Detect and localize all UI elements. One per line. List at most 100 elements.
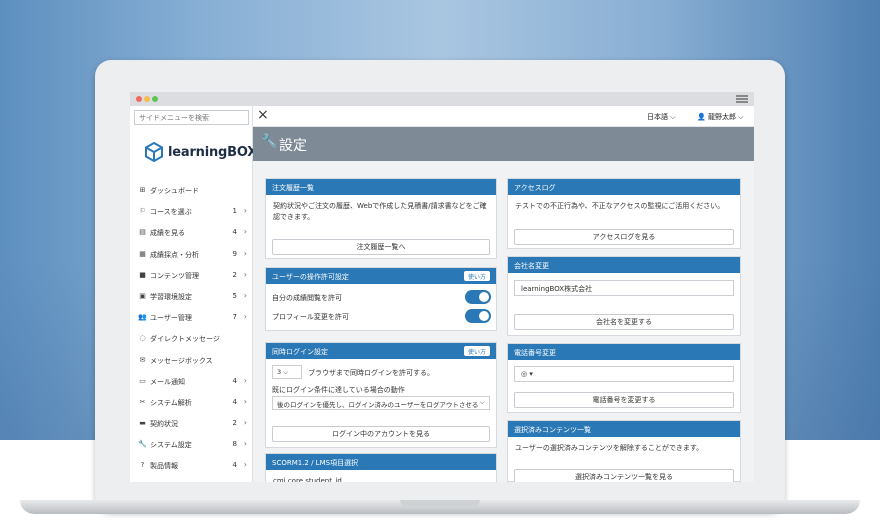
sidebar-item-label: 学習環境設定 bbox=[150, 292, 192, 301]
order-history-button[interactable]: 注文履歴一覧へ bbox=[272, 239, 490, 255]
sidebar-item-count: 4 bbox=[232, 397, 237, 406]
hamburger-icon[interactable] bbox=[736, 95, 748, 103]
sidebar-item-icon: ⊞ bbox=[139, 186, 146, 194]
sidebar-item[interactable]: ▬ 契約状況 2 › bbox=[130, 413, 253, 434]
sidebar-item-label: 契約状況 bbox=[150, 420, 178, 429]
chevron-down-icon: ⌵ bbox=[480, 399, 485, 406]
sidebar-item-label: システム設定 bbox=[150, 441, 192, 450]
sidebar-item-count: 4 bbox=[232, 461, 237, 470]
allow-grades-toggle[interactable] bbox=[465, 290, 491, 304]
sidebar-item[interactable]: ⚐ コースを選ぶ 1 › bbox=[130, 201, 253, 222]
sidebar-item-label: コンテンツ管理 bbox=[150, 271, 199, 280]
minimize-dot-icon[interactable] bbox=[144, 96, 150, 102]
card-title: ユーザーの操作許可設定 bbox=[272, 273, 349, 281]
chevron-right-icon: › bbox=[243, 375, 247, 385]
chevron-right-icon: › bbox=[243, 418, 247, 428]
scorm-card: SCORM1.2 / LMS項目選択 cmi.core.student_id bbox=[265, 453, 497, 482]
sidebar-item-icon: ■ bbox=[139, 270, 146, 279]
sidebar-item[interactable] bbox=[130, 477, 253, 482]
sidebar-item-count: 7 bbox=[232, 313, 237, 322]
logo-cube-icon bbox=[145, 142, 163, 162]
access-log-button[interactable]: アクセスログを見る bbox=[514, 229, 734, 245]
sidebar-item[interactable]: ? 製品情報 4 › bbox=[130, 455, 253, 476]
sidebar-item-count: 2 bbox=[232, 419, 237, 428]
logo-text: learningBOX bbox=[168, 145, 258, 160]
sidebar-item-label: メール通知 bbox=[150, 377, 185, 386]
allow-profile-toggle[interactable] bbox=[465, 309, 491, 323]
sidebar-item[interactable]: 🔧 システム設定 8 › bbox=[130, 434, 253, 455]
help-button[interactable]: 使い方 bbox=[463, 271, 490, 281]
chevron-right-icon: › bbox=[243, 290, 247, 300]
sidebar-item-label: 成績を見る bbox=[150, 229, 185, 238]
chevron-right-icon: › bbox=[243, 206, 247, 216]
card-title: 注文履歴一覧 bbox=[266, 179, 496, 195]
sidebar-item-count: 9 bbox=[232, 249, 237, 258]
sidebar-item-count: 5 bbox=[232, 291, 237, 300]
sidebar-item-label: 製品情報 bbox=[150, 462, 178, 471]
condition-select[interactable]: 後のログインを優先し、ログイン済みのユーザーをログアウトさせる bbox=[272, 396, 490, 410]
company-name-card: 会社名変更 learningBOX株式会社 会社名を変更する bbox=[507, 256, 741, 336]
wrench-icon: 🔧 bbox=[261, 134, 278, 149]
card-title: 会社名変更 bbox=[508, 257, 740, 273]
selected-content-card: 選択済みコンテンツ一覧 ユーザーの選択済みコンテンツを解除することができます。 … bbox=[507, 420, 741, 482]
sidebar-item-label: ダッシュボード bbox=[150, 187, 199, 195]
help-button[interactable]: 使い方 bbox=[463, 346, 490, 356]
change-company-button[interactable]: 会社名を変更する bbox=[514, 314, 734, 330]
sidebar-item-count: 1 bbox=[232, 207, 237, 216]
sidebar-item[interactable]: ◌ ダイレクトメッセージ bbox=[130, 328, 253, 349]
card-header: ユーザーの操作許可設定 使い方 bbox=[266, 268, 496, 284]
chevron-right-icon: › bbox=[243, 439, 247, 449]
sidebar-item-icon: ⚐ bbox=[139, 207, 146, 216]
sidebar-item-icon: ▭ bbox=[139, 376, 146, 385]
user-menu[interactable]: 👤 龍野太郎 ⌵ bbox=[697, 112, 743, 122]
sidebar-item[interactable]: ✉ メッセージボックス bbox=[130, 350, 253, 371]
sidebar-item-icon: ▤ bbox=[139, 228, 146, 237]
order-history-card: 注文履歴一覧 契約状況やご注文の履歴、Webで作成した見積書/請求書などをご確認… bbox=[265, 178, 497, 259]
sidebar-item[interactable]: ■ コンテンツ管理 2 › bbox=[130, 265, 253, 286]
change-phone-button[interactable]: 電話番号を変更する bbox=[514, 392, 734, 408]
sidebar-item-count: 4 bbox=[232, 376, 237, 385]
sidebar-item[interactable]: 👥 ユーザー管理 7 › bbox=[130, 307, 253, 328]
sidebar-item-icon: 👥 bbox=[138, 313, 147, 322]
chevron-right-icon: › bbox=[243, 312, 247, 322]
concurrent-count-select[interactable]: 3 ⌵ bbox=[272, 365, 302, 379]
chevron-right-icon: › bbox=[243, 227, 247, 237]
sidebar-item[interactable]: ⊞ ダッシュボード bbox=[130, 180, 253, 201]
sidebar-item-icon: ▬ bbox=[139, 419, 146, 428]
sidebar-item-icon: ▣ bbox=[139, 291, 146, 300]
logged-in-accounts-button[interactable]: ログイン中のアカウントを見る bbox=[272, 426, 490, 442]
card-title: SCORM1.2 / LMS項目選択 bbox=[266, 454, 496, 470]
sidebar-item-count: 4 bbox=[232, 228, 237, 237]
sidebar-nav: ⊞ ダッシュボード ⚐ コースを選ぶ 1 › ▤ 成績を見る 4 › ▦ 成績採点・分析 9 › ■ コンテン… bbox=[130, 180, 253, 482]
card-description: 契約状況やご注文の履歴、Webで作成した見積書/請求書などをご確認できます。 bbox=[273, 202, 487, 221]
allow-grades-label: 自分の成績閲覧を許可 bbox=[272, 294, 342, 302]
sidebar-item-label: ダイレクトメッセージ bbox=[150, 335, 220, 344]
card-title: 選択済みコンテンツ一覧 bbox=[508, 421, 740, 437]
allow-profile-label: プロフィール変更を許可 bbox=[272, 313, 349, 321]
concurrent-count-text: ブラウザまで同時ログインを許可する。 bbox=[308, 369, 434, 377]
selected-content-button[interactable]: 選択済みコンテンツ一覧を見る bbox=[514, 469, 734, 482]
sidebar-item[interactable]: ▭ メール通知 4 › bbox=[130, 371, 253, 392]
card-description: ユーザーの選択済みコンテンツを解除することができます。 bbox=[515, 444, 704, 452]
condition-label: 既にログイン条件に達している場合の動作 bbox=[272, 386, 405, 394]
close-icon[interactable]: × bbox=[257, 107, 269, 123]
phone-input[interactable]: ◎ ▾ bbox=[514, 366, 734, 382]
sidebar-item[interactable]: ▦ 成績採点・分析 9 › bbox=[130, 244, 253, 265]
sidebar-item-label: コースを選ぶ bbox=[150, 208, 192, 217]
sidebar-item[interactable]: ▤ 成績を見る 4 › bbox=[130, 222, 253, 243]
sidebar-item[interactable]: ✂ システム解析 4 › bbox=[130, 392, 253, 413]
concurrent-login-card: 同時ログイン設定 使い方 3 ⌵ ブラウザまで同時ログインを許可する。 既にログ… bbox=[265, 342, 497, 448]
top-bar: × 日本語 ⌵ 👤 龍野太郎 ⌵ bbox=[253, 106, 754, 127]
sidebar-item[interactable]: ▣ 学習環境設定 5 › bbox=[130, 286, 253, 307]
sidebar-item-icon: ✂ bbox=[139, 397, 146, 406]
page-title: 設定 bbox=[279, 138, 307, 154]
sidebar-search-input[interactable] bbox=[134, 110, 249, 125]
sidebar-item-icon: ✉ bbox=[139, 355, 146, 364]
close-dot-icon[interactable] bbox=[136, 96, 142, 102]
language-selector[interactable]: 日本語 ⌵ bbox=[647, 112, 676, 122]
card-title: 電話番号変更 bbox=[508, 344, 740, 360]
maximize-dot-icon[interactable] bbox=[152, 96, 158, 102]
company-name-input[interactable]: learningBOX株式会社 bbox=[514, 280, 734, 296]
window-titlebar bbox=[130, 92, 754, 106]
main-area: × 日本語 ⌵ 👤 龍野太郎 ⌵ 🔧 設定 注文履歴一覧 契約状況やご注文の履歴… bbox=[253, 106, 754, 482]
